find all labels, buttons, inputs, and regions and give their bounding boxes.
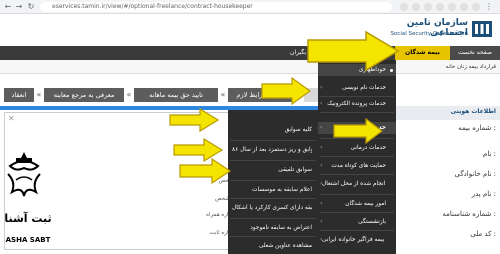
tab-insured[interactable]: بیمه شدگان xyxy=(395,46,450,60)
menu-divider xyxy=(320,194,394,195)
browser-menu-icon[interactable]: ⋮ xyxy=(484,2,494,12)
last-name-label: نام خانوادگی : xyxy=(454,170,497,178)
father-name-label: نام پدر : xyxy=(471,190,496,198)
menu-item-registration[interactable]: خدمات نام نویسی xyxy=(322,84,386,92)
menu-divider xyxy=(230,198,316,199)
menu-divider xyxy=(230,218,316,219)
panel-title: اطلاعات هویتی xyxy=(450,108,496,115)
step-arrow-icon: « xyxy=(36,90,42,99)
menu-divider xyxy=(320,230,394,231)
menu-item-short-term-support[interactable]: حمایت های کوتاه مدت xyxy=(322,162,386,170)
chevron-left-icon: ‹ xyxy=(320,200,323,207)
extension-icon[interactable] xyxy=(460,3,468,11)
watermark-brand: ثبت آشنا xyxy=(4,212,52,225)
address-bar[interactable]: eservices.tamin.ir/view/#/optional-freel… xyxy=(40,2,392,12)
menu-divider xyxy=(320,174,394,175)
extension-icon[interactable] xyxy=(400,3,408,11)
menu-item-insured-affairs[interactable]: امور بیمه شدگان xyxy=(322,200,386,208)
menu-divider xyxy=(230,180,316,181)
menu-divider xyxy=(320,112,394,113)
chevron-left-icon: ‹ xyxy=(320,100,323,107)
first-name-label: نام : xyxy=(482,150,496,158)
extension-icon[interactable] xyxy=(448,3,456,11)
insurance-number-label: شماره بیمه : xyxy=(458,124,496,132)
forward-icon[interactable]: → xyxy=(14,2,24,12)
extension-icon[interactable] xyxy=(412,3,420,11)
close-icon[interactable]: ✕ xyxy=(8,114,18,124)
back-icon[interactable]: ← xyxy=(3,2,13,12)
chevron-left-icon: ‹ xyxy=(320,144,323,151)
step-conclude-button[interactable]: انعقاد xyxy=(4,88,34,102)
chevron-left-icon: ‹ xyxy=(320,162,323,169)
url-text: eservices.tamin.ir/view/#/optional-freel… xyxy=(52,3,253,10)
arrow-annotation-icon xyxy=(261,76,312,106)
submenu-report-to-institutions[interactable]: اعلام سابقه به موسسات xyxy=(232,186,312,194)
menu-divider xyxy=(320,212,394,213)
menu-divider xyxy=(320,156,394,157)
extension-icon[interactable] xyxy=(424,3,432,11)
menu-item-family-insurance[interactable]: بیمه شدگان خاص بیمه فراگیر خانواده ایران… xyxy=(322,236,386,244)
id-number-label: شماره شناسنامه : xyxy=(442,210,496,218)
extension-icon[interactable] xyxy=(436,3,444,11)
submenu-objection-deficit[interactable]: اعتراض به سابقه دارای کسری کارکرد یا اشک… xyxy=(232,204,312,212)
arrow-annotation-icon xyxy=(169,108,220,132)
step-arrow-icon: « xyxy=(220,90,226,99)
chevron-left-icon: ‹ xyxy=(320,236,323,243)
menu-divider xyxy=(320,96,394,97)
watermark-brand-english: ASHA SABT xyxy=(5,236,51,244)
menu-divider xyxy=(230,140,316,141)
chevron-left-icon: ‹ xyxy=(320,84,323,91)
arrow-annotation-icon xyxy=(307,30,400,72)
reload-icon[interactable]: ↻ xyxy=(26,2,36,12)
page-subtitle: قرارداد بیمه زنان خانه xyxy=(445,64,496,70)
submenu-job-titles[interactable]: مشاهده عناوین شغلی xyxy=(232,242,312,250)
arrow-annotation-icon xyxy=(179,158,232,184)
menu-item-e-file[interactable]: خدمات پرونده الکترونیک xyxy=(322,100,386,108)
menu-item-inspections[interactable]: بازرسی های انجام شده از محل اشتغال xyxy=(322,180,386,188)
submenu-wage-records[interactable]: سوابق و ریز دستمزد بعد از سال ۸۶ xyxy=(232,146,312,154)
submenu-combined-records[interactable]: سوابق تلفیقی xyxy=(232,166,312,174)
national-code-label: کد ملی : xyxy=(470,230,496,238)
profile-icon[interactable] xyxy=(472,3,480,11)
watermark-emblem-icon xyxy=(7,152,41,197)
submenu-objection-missing[interactable]: اعتراض به سابقه ناموجود xyxy=(232,224,312,232)
menu-item-retirement[interactable]: بازنشستگی xyxy=(322,218,386,226)
step-referral-button[interactable]: معرفی به مرجع معاینه xyxy=(44,88,124,102)
menu-divider xyxy=(230,160,316,161)
step-arrow-icon: « xyxy=(126,90,132,99)
menu-divider xyxy=(230,236,316,237)
chevron-left-icon: ‹ xyxy=(320,180,323,187)
submenu-all-records[interactable]: کلیه سوابق xyxy=(232,126,312,134)
tab-home[interactable]: صفحه نخست xyxy=(450,46,500,60)
chevron-left-icon: ‹ xyxy=(320,124,323,131)
step-confirm-premium-button[interactable]: تایید حق بیمه ماهانه xyxy=(134,88,218,102)
organization-logo[interactable] xyxy=(470,17,494,41)
arrow-annotation-icon xyxy=(333,118,383,144)
chevron-left-icon: ‹ xyxy=(320,218,323,225)
menu-item-medical[interactable]: خدمات درمانی xyxy=(322,144,387,152)
